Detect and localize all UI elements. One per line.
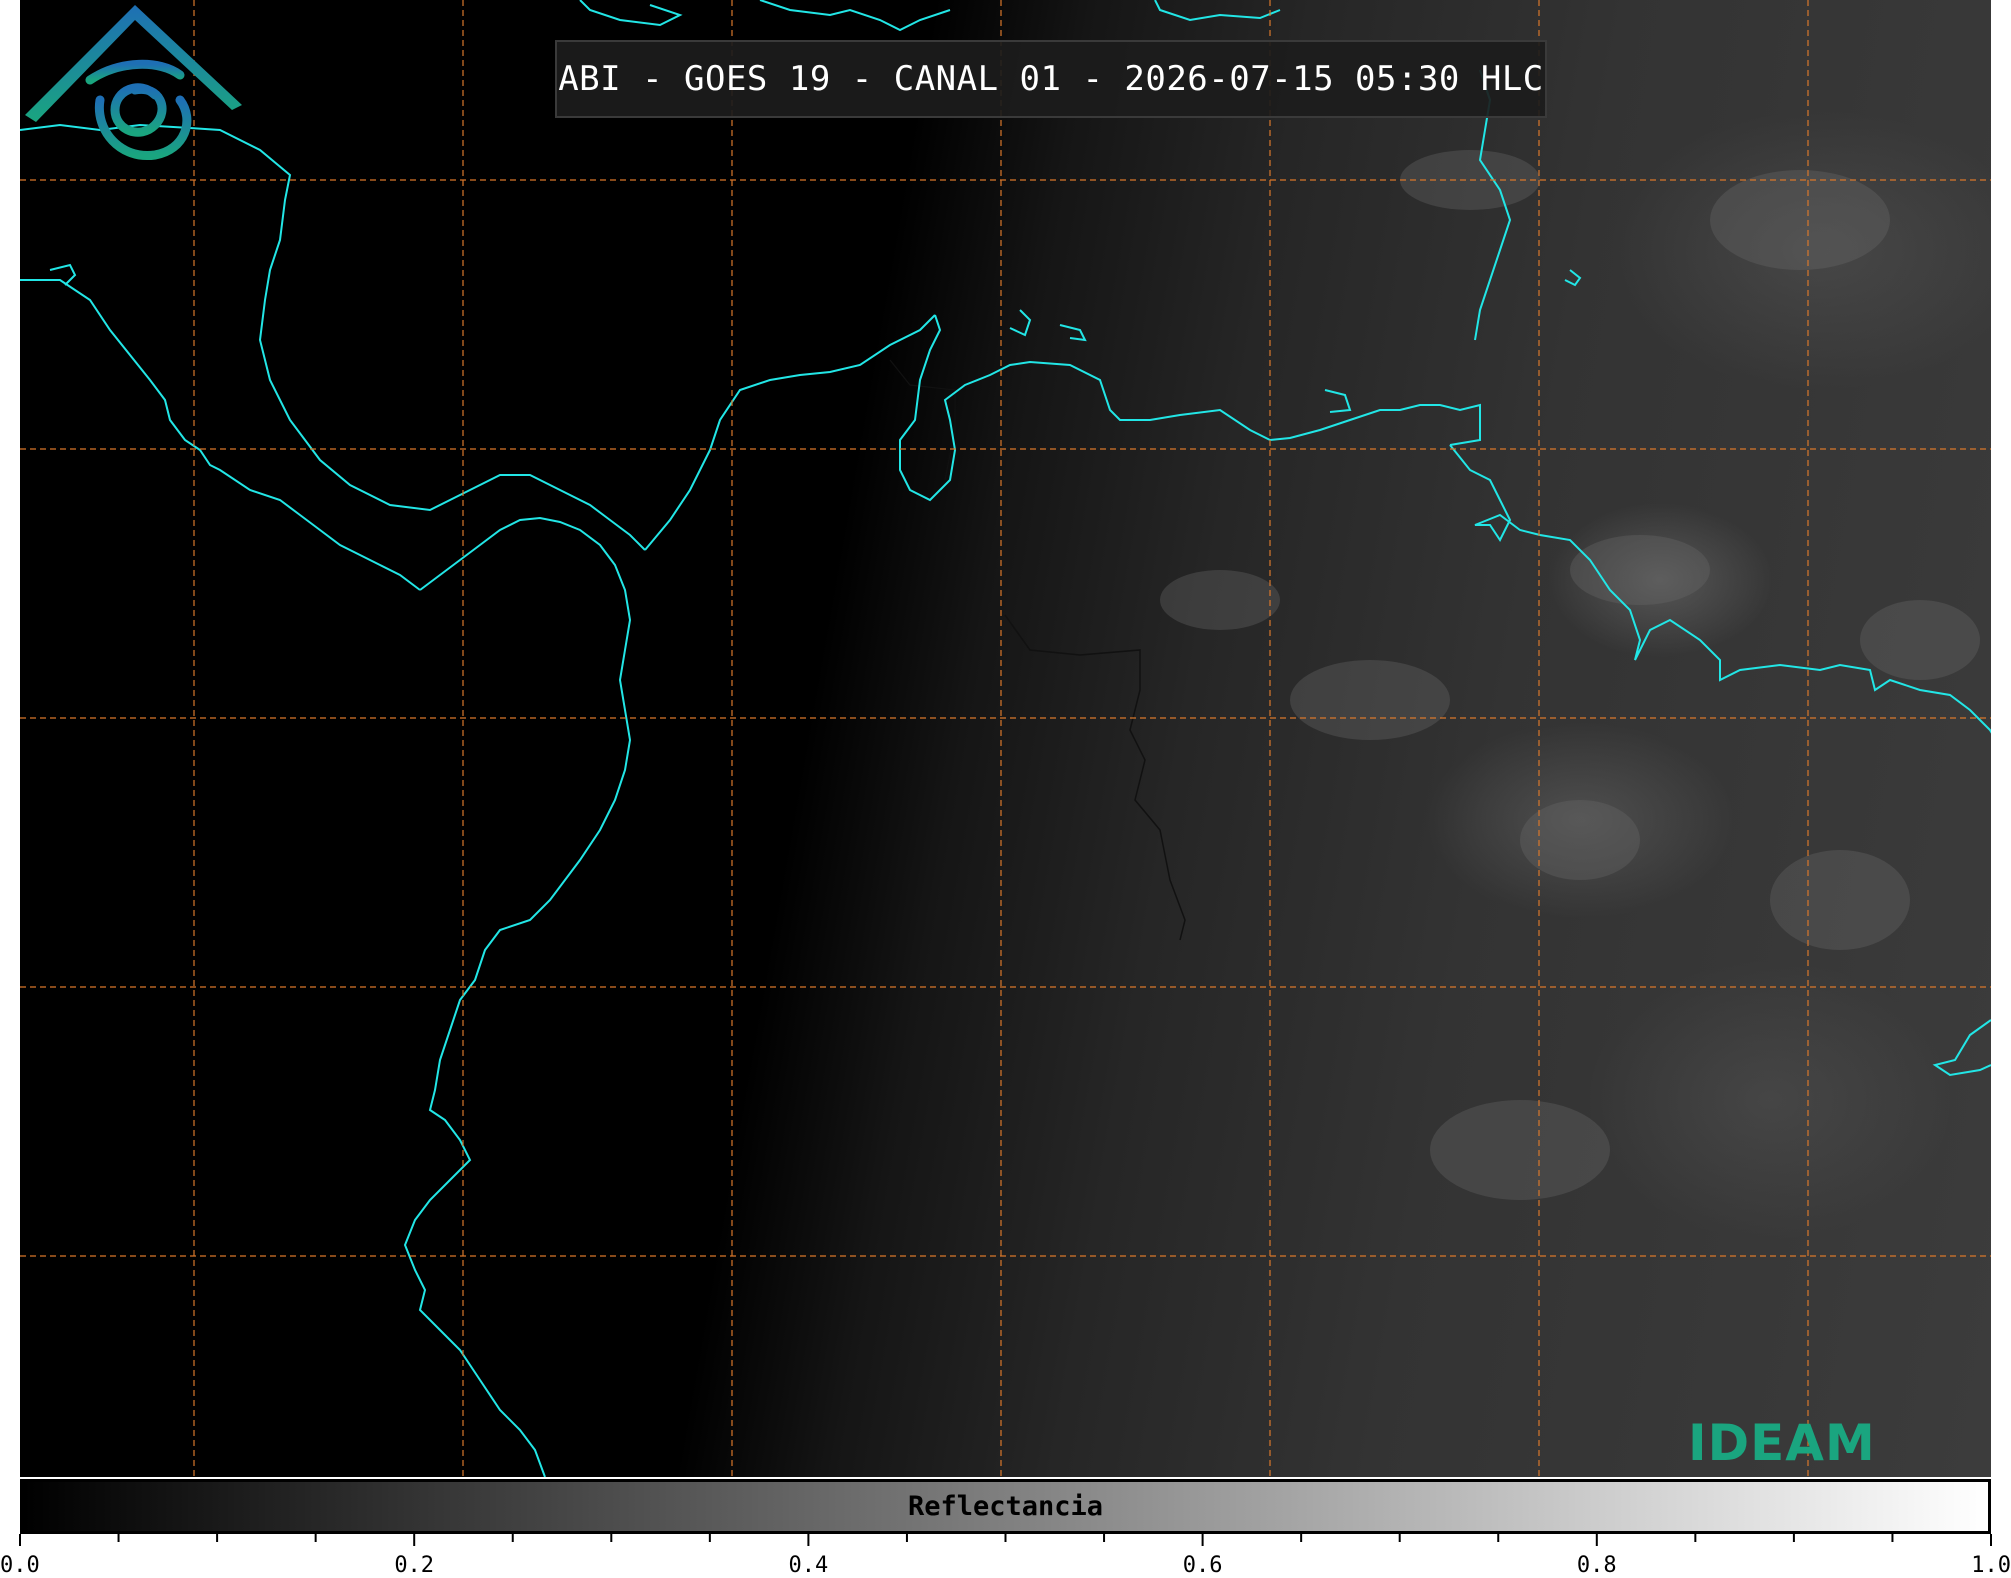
colorbar-label: Reflectancia: [907, 1491, 1104, 1522]
map-title: ABI - GOES 19 - CANAL 01 - 2026-07-15 05…: [558, 59, 1544, 99]
colorbar-tick-label: 1.0: [1971, 1553, 2011, 1578]
logo-text: IDEAM: [1688, 1414, 1876, 1472]
spiral-icon: [85, 59, 192, 161]
title-box: ABI - GOES 19 - CANAL 01 - 2026-07-15 05…: [555, 40, 1547, 118]
cloud-texture: [1160, 150, 1980, 1200]
colorbar-tick-label: 0.8: [1576, 1553, 1617, 1578]
colorbar-ticks: [19, 1534, 1992, 1546]
graticule: [20, 0, 1991, 1477]
country-borders: [1004, 614, 1186, 941]
colorbar: Reflectancia: [20, 1479, 1991, 1534]
colorbar-tick-label: 0.0: [0, 1553, 40, 1578]
colorbar-tick-label: 0.6: [1182, 1553, 1223, 1578]
map-overlay: [20, 0, 1991, 1477]
ideam-logo: [25, 5, 242, 161]
satellite-map[interactable]: ABI - GOES 19 - CANAL 01 - 2026-07-15 05…: [20, 0, 1991, 1477]
colorbar-tick-label: 0.2: [394, 1553, 435, 1578]
colorbar-tick-label: 0.4: [788, 1553, 829, 1578]
